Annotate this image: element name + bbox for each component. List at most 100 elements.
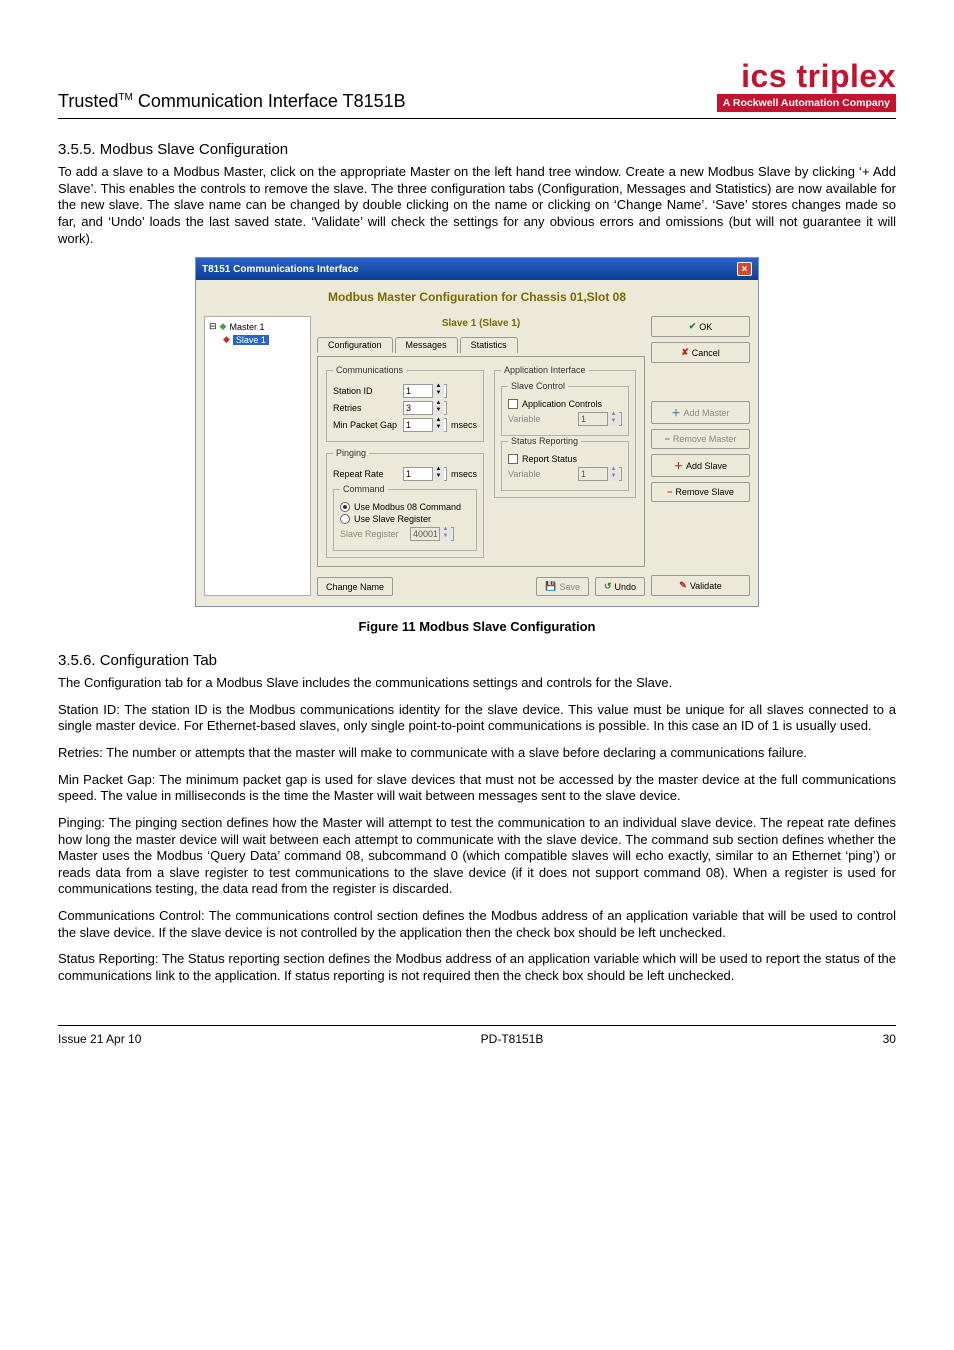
radio-icon[interactable] <box>340 502 350 512</box>
repeat-rate-input[interactable]: ▲▼ <box>403 467 447 481</box>
logo-block: ics triplex A Rockwell Automation Compan… <box>717 60 896 112</box>
validate-button[interactable]: ✎Validate <box>651 575 750 596</box>
undo-button[interactable]: ↺Undo <box>595 577 645 596</box>
minus-icon[interactable]: ⊟ <box>209 321 217 332</box>
screenshot-window: T8151 Communications Interface × Modbus … <box>195 257 759 607</box>
group-pinging: Pinging Repeat Rate ▲▼ msecs Command <box>326 448 484 558</box>
footer-left: Issue 21 Apr 10 <box>58 1032 141 1046</box>
spin-down-icon[interactable]: ▼ <box>432 408 444 415</box>
retries-input[interactable]: ▲▼ <box>403 401 447 415</box>
page-footer: Issue 21 Apr 10 PD-T8151B 30 <box>58 1025 896 1046</box>
section-355-number: 3.5.5. <box>58 141 96 158</box>
remove-master-button: −Remove Master <box>651 429 750 449</box>
footer-center: PD-T8151B <box>481 1032 544 1046</box>
spin-down-icon[interactable]: ▼ <box>432 474 444 481</box>
diamond-icon: ◆ <box>220 321 227 332</box>
save-icon: 💾 <box>545 581 556 592</box>
gap-input[interactable]: ▲▼ <box>403 418 447 432</box>
tm-mark: TM <box>118 92 132 103</box>
remove-slave-button[interactable]: −Remove Slave <box>651 482 750 502</box>
slave-register-input: ▲▼ <box>410 527 454 541</box>
radio-icon[interactable] <box>340 514 350 524</box>
spin-down-icon[interactable]: ▼ <box>432 391 444 398</box>
logo-subtitle: A Rockwell Automation Company <box>717 94 896 112</box>
section-356-p7: Status Reporting: The Status reporting s… <box>58 951 896 984</box>
close-icon[interactable]: × <box>737 262 752 276</box>
group-communications: Communications Station ID ▲▼ Retries ▲▼ … <box>326 365 484 442</box>
diamond-icon: ◆ <box>223 334 230 345</box>
group-appif-legend: Application Interface <box>501 365 589 375</box>
repeat-rate-label: Repeat Rate <box>333 469 399 479</box>
group-command-legend: Command <box>340 484 388 494</box>
tree-master-label: Master 1 <box>229 322 264 332</box>
change-name-button[interactable]: Change Name <box>317 577 393 596</box>
cancel-button[interactable]: ✘Cancel <box>651 342 750 363</box>
section-356-p4: Min Packet Gap: The minimum packet gap i… <box>58 772 896 805</box>
checkbox-application-controls[interactable]: Application Controls <box>508 399 622 409</box>
tree-pane: ⊟ ◆ Master 1 ◆ Slave 1 <box>204 316 311 596</box>
section-356-heading: 3.5.6. Configuration Tab <box>58 652 896 669</box>
plus-icon: ＋ <box>671 406 680 419</box>
product-line: Trusted <box>58 91 118 111</box>
right-column: Application Interface Slave Control Appl… <box>494 365 636 558</box>
radio-use-slave-register[interactable]: Use Slave Register <box>340 514 470 524</box>
page-header: TrustedTM Communication Interface T8151B… <box>58 60 896 119</box>
spin-down-icon[interactable]: ▼ <box>432 425 444 432</box>
tree-node-slave[interactable]: ◆ Slave 1 <box>223 334 306 345</box>
spin-down-icon: ▼ <box>607 419 619 426</box>
tab-messages[interactable]: Messages <box>395 337 458 353</box>
tab-statistics[interactable]: Statistics <box>460 337 518 353</box>
group-slave-control-legend: Slave Control <box>508 381 568 391</box>
header-product-title: TrustedTM Communication Interface T8151B <box>58 91 406 112</box>
tab-content: Communications Station ID ▲▼ Retries ▲▼ … <box>317 356 645 567</box>
tree-slave-label: Slave 1 <box>233 335 269 345</box>
checkbox-report-status[interactable]: Report Status <box>508 454 622 464</box>
section-356-title: Configuration Tab <box>96 652 217 669</box>
ok-button[interactable]: ✔OK <box>651 316 750 337</box>
status-variable-input: ▲▼ <box>578 467 622 481</box>
appif-variable-label: Variable <box>508 414 574 424</box>
validate-icon: ✎ <box>679 580 687 591</box>
group-application-interface: Application Interface Slave Control Appl… <box>494 365 636 498</box>
config-header: Modbus Master Configuration for Chassis … <box>196 280 758 312</box>
retries-label: Retries <box>333 403 399 413</box>
save-button: 💾Save <box>536 577 589 596</box>
tree-node-master[interactable]: ⊟ ◆ Master 1 <box>209 321 306 332</box>
group-status-reporting: Status Reporting Report Status Variable … <box>501 436 629 491</box>
section-356-p2: Station ID: The station ID is the Modbus… <box>58 702 896 735</box>
center-pane: Slave 1 (Slave 1) Configuration Messages… <box>317 316 645 596</box>
appif-variable-input: ▲▼ <box>578 412 622 426</box>
section-355-title: Modbus Slave Configuration <box>96 141 289 158</box>
radio-use-modbus08[interactable]: Use Modbus 08 Command <box>340 502 470 512</box>
group-pinging-legend: Pinging <box>333 448 369 458</box>
section-356-p6: Communications Control: The communicatio… <box>58 908 896 941</box>
radio-use-modbus08-label: Use Modbus 08 Command <box>354 502 461 512</box>
product-title: Communication Interface T8151B <box>133 91 406 111</box>
figure-11-caption: Figure 11 Modbus Slave Configuration <box>58 619 896 634</box>
add-slave-button[interactable]: ＋Add Slave <box>651 454 750 477</box>
logo-text: ics triplex <box>717 60 896 92</box>
group-slave-control: Slave Control Application Controls Varia… <box>501 381 629 436</box>
add-master-button: ＋Add Master <box>651 401 750 424</box>
check-icon: ✔ <box>689 321 697 332</box>
spin-down-icon: ▼ <box>607 474 619 481</box>
tabs: Configuration Messages Statistics <box>317 337 645 353</box>
slave-title: Slave 1 (Slave 1) <box>317 316 645 333</box>
group-status-reporting-legend: Status Reporting <box>508 436 581 446</box>
section-355-paragraph: To add a slave to a Modbus Master, click… <box>58 164 896 247</box>
checkbox-icon[interactable] <box>508 454 518 464</box>
plus-icon: ＋ <box>674 459 683 472</box>
application-controls-label: Application Controls <box>522 399 602 409</box>
tab-configuration[interactable]: Configuration <box>317 337 393 353</box>
group-command: Command Use Modbus 08 Command Use Slave … <box>333 484 477 551</box>
right-pane: ✔OK ✘Cancel ＋Add Master −Remove Master ＋… <box>651 316 750 596</box>
section-356-number: 3.5.6. <box>58 652 96 669</box>
section-356-p3: Retries: The number or attempts that the… <box>58 745 896 762</box>
repeat-rate-unit: msecs <box>451 469 477 479</box>
section-356-p5: Pinging: The pinging section defines how… <box>58 815 896 898</box>
window-title: T8151 Communications Interface <box>202 264 359 275</box>
gap-unit: msecs <box>451 420 477 430</box>
undo-icon: ↺ <box>604 581 612 592</box>
checkbox-icon[interactable] <box>508 399 518 409</box>
station-id-input[interactable]: ▲▼ <box>403 384 447 398</box>
